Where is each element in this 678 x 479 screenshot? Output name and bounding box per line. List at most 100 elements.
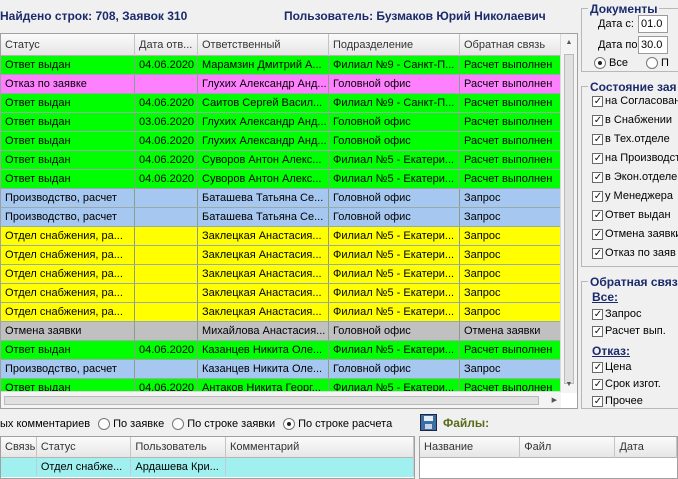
scroll-right-icon[interactable]: ▶	[552, 392, 557, 408]
cell-feedback: Запрос	[460, 246, 561, 264]
column-header-status[interactable]: Статус	[37, 437, 132, 458]
checkbox-checked[interactable]	[592, 209, 603, 221]
radio-by-calc-line[interactable]: По строке расчета	[283, 418, 392, 430]
comments-grid[interactable]: Связь Статус Пользователь Комментарий От…	[0, 436, 415, 479]
comments-header: Связь Статус Пользователь Комментарий	[1, 437, 414, 458]
checkbox-calc-done[interactable]: Расчет вып.	[592, 325, 666, 337]
state-checkbox[interactable]: на Производств	[592, 152, 678, 164]
state-checkbox[interactable]: Ответ выдан	[592, 209, 671, 221]
column-header-date[interactable]: Дата отв...	[135, 34, 198, 56]
cell-feedback: Расчет выполнен	[460, 56, 561, 74]
state-checkbox[interactable]: в Экон.отделе	[592, 171, 677, 183]
checkbox-price[interactable]: Цена	[592, 361, 631, 373]
checkbox-checked[interactable]	[592, 133, 603, 145]
cell-status: Отдел снабжения, ра...	[1, 284, 135, 302]
table-row[interactable]: Ответ выдан 04.06.2020 Суворов Антон Алекс…	[1, 151, 561, 170]
cell-department: Филиал №5 - Екатери...	[329, 303, 460, 321]
cell-responsible: Заклецкая Анастасия...	[198, 265, 329, 283]
scroll-thumb[interactable]	[564, 54, 574, 384]
checkbox-checked[interactable]	[592, 190, 603, 202]
column-header-date[interactable]: Дата	[615, 437, 677, 458]
column-header-link[interactable]: Связь	[1, 437, 37, 458]
column-header-responsible[interactable]: Ответственный	[198, 34, 329, 56]
state-checkbox-label: на Производств	[605, 152, 678, 164]
table-row[interactable]: Ответ выдан 03.06.2020 Глухих Александр Ан…	[1, 113, 561, 132]
requests-grid[interactable]: Статус Дата отв... Ответственный Подразд…	[0, 33, 578, 409]
table-row[interactable]: Отдел снабже... Ардашева Кри...	[1, 458, 414, 477]
state-checkbox[interactable]: на Согласован	[592, 95, 678, 107]
column-header-department[interactable]: Подразделение	[329, 34, 460, 56]
table-row[interactable]: Отказ по заявке Глухих Александр Анд... Го…	[1, 75, 561, 94]
cell-feedback: Расчет выполнен	[460, 151, 561, 169]
cell-date	[135, 303, 198, 321]
table-row[interactable]: Отдел снабжения, ра... Заклецкая Анастаси…	[1, 246, 561, 265]
state-checkbox[interactable]: Отказ по заяв	[592, 247, 676, 259]
state-checkbox[interactable]: Отмена заявки	[592, 228, 678, 240]
radio-other[interactable]: П	[645, 57, 669, 69]
table-row[interactable]: Отдел снабжения, ра... Заклецкая Анастаси…	[1, 227, 561, 246]
radio-dot-selected[interactable]	[283, 418, 296, 430]
date-to-row: Дата по: 30.0	[598, 36, 668, 54]
state-checkbox[interactable]: в Снабжении	[592, 114, 672, 126]
checkbox-checked[interactable]	[592, 114, 603, 126]
table-row[interactable]: Ответ выдан 04.06.2020 Марамзин Дмитрий А.…	[1, 56, 561, 75]
checkbox-request[interactable]: Запрос	[592, 308, 641, 320]
state-checkbox[interactable]: у Менеджера	[592, 190, 673, 202]
table-row[interactable]: Отмена заявки Михайлова Анастасия... Голов…	[1, 322, 561, 341]
checkbox-other[interactable]: Прочее	[592, 395, 643, 407]
table-row[interactable]: Ответ выдан 04.06.2020 Суворов Антон Алекс…	[1, 170, 561, 189]
cell-department: Головной офис	[329, 189, 460, 207]
state-checkbox[interactable]: в Тех.отделе	[592, 133, 670, 145]
vertical-scrollbar[interactable]: ▲ ▼	[560, 34, 577, 393]
files-grid[interactable]: Название Файл Дата	[419, 436, 678, 479]
checkbox-checked[interactable]	[592, 378, 603, 390]
column-header-file[interactable]: Файл	[520, 437, 616, 458]
checkbox-checked[interactable]	[592, 361, 603, 373]
table-row[interactable]: Производство, расчет Казанцев Никита Оле.…	[1, 360, 561, 379]
table-row[interactable]: Отдел снабжения, ра... Заклецкая Анастаси…	[1, 284, 561, 303]
date-to-input[interactable]: 30.0	[638, 36, 668, 54]
radio-dot[interactable]	[172, 418, 185, 430]
column-header-user[interactable]: Пользователь	[131, 437, 226, 458]
table-row[interactable]: Ответ выдан 04.06.2020 Казанцев Никита Оле…	[1, 341, 561, 360]
save-icon[interactable]	[420, 414, 437, 431]
checkbox-checked[interactable]	[592, 247, 603, 259]
checkbox-lead-time[interactable]: Срок изгот.	[592, 378, 661, 390]
radio-dot-selected[interactable]	[594, 57, 606, 69]
checkbox-checked[interactable]	[592, 171, 603, 183]
radio-by-request[interactable]: По заявке	[98, 418, 164, 430]
radio-all[interactable]: Все	[594, 57, 628, 69]
horizontal-scrollbar[interactable]: ▶	[1, 391, 561, 408]
hscroll-thumb[interactable]	[4, 396, 539, 405]
cell-responsible: Казанцев Никита Оле...	[198, 360, 329, 378]
checkbox-checked[interactable]	[592, 395, 603, 407]
checkbox-checked[interactable]	[592, 95, 603, 107]
table-row[interactable]: Производство, расчет Баташева Татьяна Се.…	[1, 208, 561, 227]
cell-department: Филиал №5 - Екатери...	[329, 265, 460, 283]
column-header-comment[interactable]: Комментарий	[226, 437, 414, 458]
table-row[interactable]: Производство, расчет Баташева Татьяна Се.…	[1, 189, 561, 208]
checkbox-checked[interactable]	[592, 325, 603, 337]
state-checkbox-label: Ответ выдан	[605, 209, 671, 221]
scroll-down-icon[interactable]: ▼	[561, 376, 577, 393]
table-row[interactable]: Ответ выдан 04.06.2020 Глухих Александр Ан…	[1, 132, 561, 151]
table-row[interactable]: Отдел снабжения, ра... Заклецкая Анастаси…	[1, 265, 561, 284]
checkbox-checked[interactable]	[592, 228, 603, 240]
scroll-up-icon[interactable]: ▲	[561, 34, 577, 51]
radio-dot[interactable]	[98, 418, 111, 430]
checkbox-checked[interactable]	[592, 308, 603, 320]
state-checkbox-label: на Согласован	[605, 95, 678, 107]
table-row[interactable]: Отдел снабжения, ра... Заклецкая Анастаси…	[1, 303, 561, 322]
files-grid-header: Название Файл Дата	[420, 437, 677, 458]
checkbox-checked[interactable]	[592, 152, 603, 164]
table-row[interactable]: Ответ выдан 04.06.2020 Саитов Сергей Васил…	[1, 94, 561, 113]
grid-header: Статус Дата отв... Ответственный Подразд…	[1, 34, 561, 56]
column-header-feedback[interactable]: Обратная связь	[460, 34, 561, 56]
column-header-status[interactable]: Статус	[1, 34, 135, 56]
column-header-name[interactable]: Название	[420, 437, 521, 458]
radio-dot[interactable]	[645, 57, 658, 69]
cell-responsible: Михайлова Анастасия...	[198, 322, 329, 340]
cell-feedback: Расчет выполнен	[460, 132, 561, 150]
date-from-input[interactable]: 01.0	[638, 15, 668, 33]
radio-by-request-line[interactable]: По строке заявки	[172, 418, 275, 430]
